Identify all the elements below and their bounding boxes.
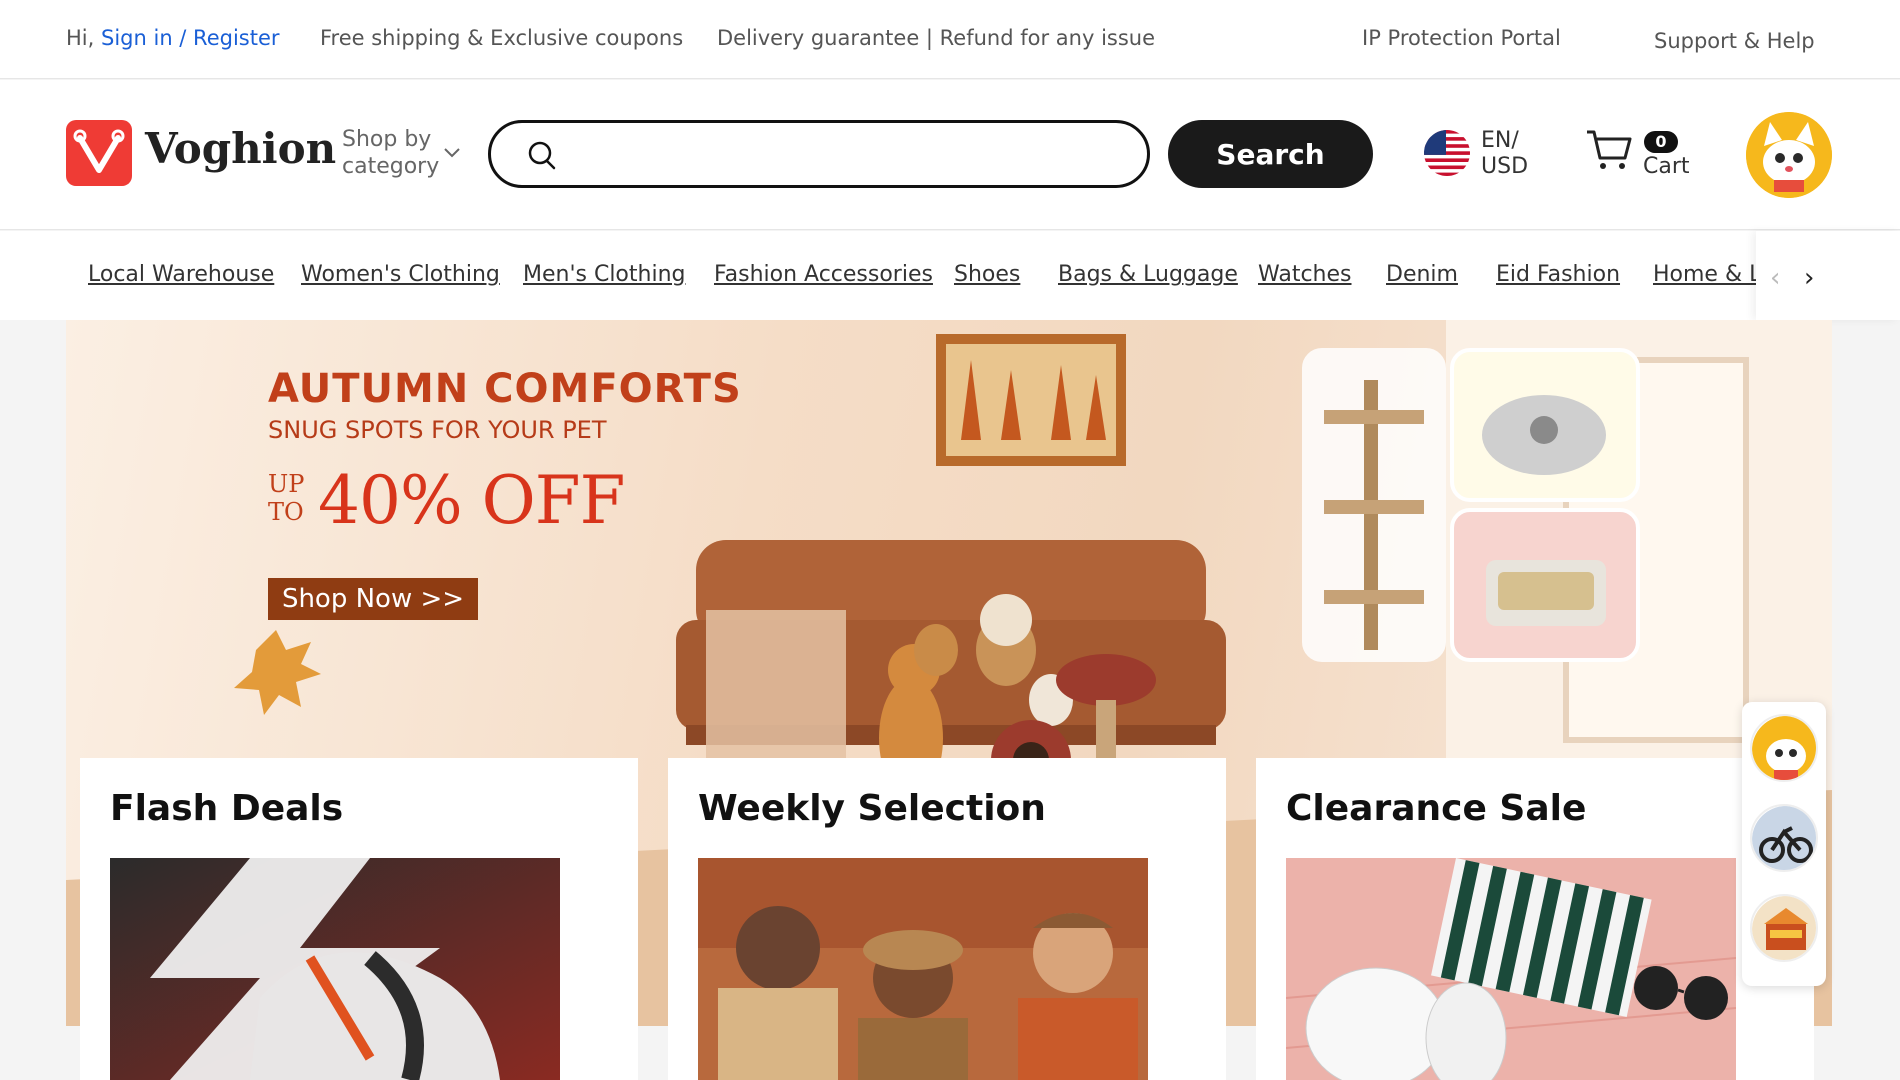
banner-title: AUTUMN COMFORTS: [268, 366, 742, 412]
category-denim[interactable]: Denim: [1386, 262, 1458, 287]
language-label: EN/: [1481, 128, 1519, 153]
greeting: Hi, Sign in / Register: [66, 26, 280, 50]
ip-protection-link[interactable]: IP Protection Portal: [1362, 26, 1561, 50]
category-eid-fashion[interactable]: Eid Fashion: [1496, 262, 1620, 287]
category-shoes[interactable]: Shoes: [954, 262, 1020, 287]
e-bike-shortcut[interactable]: [1750, 804, 1818, 872]
search-icon: [528, 141, 556, 170]
cart-icon[interactable]: [1585, 128, 1633, 172]
user-avatar[interactable]: [1746, 112, 1832, 198]
category-fashion-accessories[interactable]: Fashion Accessories: [714, 262, 933, 287]
shop-now-button[interactable]: Shop Now >>: [268, 578, 478, 620]
greeting-text: Hi,: [66, 26, 95, 50]
flash-deals-card[interactable]: Flash Deals: [80, 758, 638, 1080]
category-track: Local Warehouse Women's Clothing Men's C…: [66, 231, 1756, 320]
category-navigation: Local Warehouse Women's Clothing Men's C…: [0, 231, 1900, 320]
brand-logo-icon[interactable]: [66, 120, 132, 186]
chevron-left-icon[interactable]: ‹: [1770, 263, 1780, 293]
category-mens-clothing[interactable]: Men's Clothing: [523, 262, 686, 287]
clearance-sale-card[interactable]: Clearance Sale: [1256, 758, 1814, 1080]
card-title: Flash Deals: [110, 788, 344, 829]
category-scroll-arrows: ‹ ›: [1756, 231, 1900, 320]
top-utility-bar: Hi, Sign in / Register Free shipping & E…: [0, 0, 1900, 79]
category-womens-clothing[interactable]: Women's Clothing: [301, 262, 500, 287]
card-title: Clearance Sale: [1286, 788, 1587, 829]
delivery-guarantee-link[interactable]: Delivery guarantee | Refund for any issu…: [717, 26, 1155, 50]
search-input[interactable]: [571, 131, 1131, 177]
us-flag-icon[interactable]: [1424, 130, 1470, 176]
weekly-selection-image[interactable]: [698, 858, 1148, 1080]
currency-label: USD: [1481, 154, 1529, 179]
language-currency-selector[interactable]: EN/ USD: [1481, 128, 1528, 180]
card-title: Weekly Selection: [698, 788, 1046, 829]
banner-upto-label: UP TO: [268, 470, 305, 526]
main-header: Voghion Shop by category Search EN/ USD: [0, 80, 1900, 230]
cart-count-badge: 0: [1644, 131, 1678, 153]
clearance-sale-image[interactable]: [1286, 858, 1736, 1080]
free-shipping-link[interactable]: Free shipping & Exclusive coupons: [320, 26, 683, 50]
category-bags-luggage[interactable]: Bags & Luggage: [1058, 262, 1238, 287]
chevron-down-icon[interactable]: [442, 142, 462, 162]
cart-label[interactable]: Cart: [1643, 154, 1690, 179]
category-home-living[interactable]: Home & Li: [1653, 262, 1756, 287]
category-watches[interactable]: Watches: [1258, 262, 1352, 287]
banner-discount: 40% OFF: [318, 462, 625, 539]
category-local-warehouse[interactable]: Local Warehouse: [88, 262, 274, 287]
weekly-selection-card[interactable]: Weekly Selection: [668, 758, 1226, 1080]
search-bar[interactable]: [488, 120, 1150, 188]
search-button[interactable]: Search: [1168, 120, 1373, 188]
floating-shortcuts-panel: [1742, 702, 1826, 986]
mascot-shortcut[interactable]: [1750, 714, 1818, 782]
shop-by-category-button[interactable]: Shop by category: [342, 126, 442, 180]
banner-subtitle: SNUG SPOTS FOR YOUR PET: [268, 416, 607, 444]
brand-name[interactable]: Voghion: [145, 124, 336, 173]
chevron-right-icon[interactable]: ›: [1804, 263, 1814, 293]
flash-deals-image[interactable]: [110, 858, 560, 1080]
support-help-link[interactable]: Support & Help: [1654, 29, 1815, 53]
signin-register-link[interactable]: Sign in / Register: [101, 26, 280, 50]
wholesale-shortcut[interactable]: [1750, 894, 1818, 962]
